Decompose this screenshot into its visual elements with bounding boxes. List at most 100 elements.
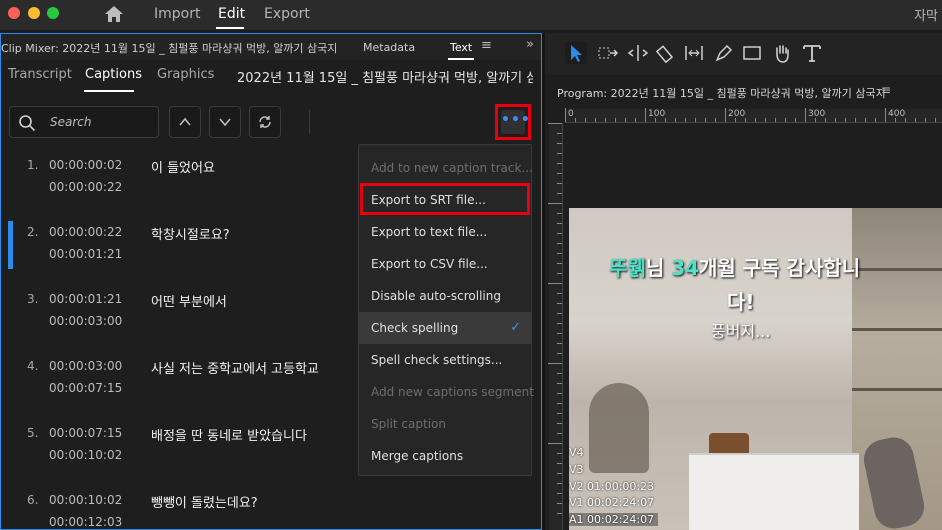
caption-text[interactable]: 학창시절로요? (151, 224, 230, 243)
razor-tool-icon[interactable] (655, 42, 677, 64)
menu-item[interactable]: Export to text file... (359, 216, 531, 248)
tab-captions[interactable]: Captions (85, 67, 142, 82)
ruler-tick (935, 118, 936, 122)
top-bar: Import Edit Export 자막 (0, 0, 942, 30)
home-icon[interactable] (104, 4, 124, 24)
panel-overflow-icon[interactable]: » (526, 37, 534, 52)
ruler-tick (885, 108, 886, 122)
caption-text[interactable]: 뺑뺑이 돌렸는데요? (151, 492, 258, 511)
video-overlay-line2: 다! (727, 290, 755, 314)
ruler-label: 100 (648, 109, 666, 119)
workspace-label[interactable]: 자막 (914, 5, 938, 24)
ruler-tick (557, 453, 562, 454)
type-tool-icon[interactable] (801, 42, 823, 64)
caption-start-time: 00:00:07:15 (49, 426, 123, 440)
nav-edit[interactable]: Edit (218, 6, 245, 22)
ruler-tick (695, 118, 696, 122)
search-input[interactable] (50, 115, 150, 129)
ruler-tick (775, 118, 776, 122)
ruler-tick (557, 473, 562, 474)
caption-text[interactable]: 이 들었어요 (151, 157, 215, 176)
menu-item-label: Disable auto-scrolling (371, 289, 501, 303)
program-menu-icon[interactable]: ≡ (881, 83, 891, 97)
ruler-tick (705, 118, 706, 122)
tab-text[interactable]: Text (450, 41, 472, 54)
nav-import[interactable]: Import (154, 6, 200, 22)
ripple-edit-tool-icon[interactable] (627, 42, 649, 64)
cabinet-object (689, 453, 859, 530)
timecode-v2: V2 01:00:00:23 (569, 480, 655, 493)
ruler-tick (645, 108, 646, 122)
menu-item-label: Split caption (371, 417, 446, 431)
menu-item[interactable]: Merge captions (359, 440, 531, 472)
menu-item: Add to new caption track... (359, 152, 533, 184)
ruler-tick (925, 118, 926, 122)
caption-text[interactable]: 사실 저는 중학교에서 고등학교 (151, 358, 319, 377)
caption-item[interactable]: 1. 00:00:00:02 00:00:00:22 이 들었어요 (1, 158, 361, 214)
caption-end-time: 00:00:10:02 (49, 448, 123, 462)
caption-text[interactable]: 어떤 부분에서 (151, 291, 227, 310)
caption-item[interactable]: 3. 00:00:01:21 00:00:03:00 어떤 부분에서 (1, 292, 361, 348)
ruler-tick (548, 283, 562, 284)
caption-text[interactable]: 배정을 딴 동네로 받았습니다 (151, 425, 307, 444)
tab-transcript[interactable]: Transcript (8, 67, 72, 82)
ruler-tick (765, 118, 766, 122)
ruler-tick (557, 353, 562, 354)
ruler-tick (557, 343, 562, 344)
slip-tool-icon[interactable] (683, 42, 705, 64)
more-options-highlight: ••• (495, 104, 531, 140)
menu-item-label: Export to CSV file... (371, 257, 488, 271)
program-monitor-title[interactable]: Program: 2022년 11월 15일 _ 침펄풍 마라샹궈 먹방, 알까… (557, 85, 886, 101)
nav-export[interactable]: Export (264, 6, 310, 22)
ruler-tick (557, 163, 562, 164)
timecode-v4: V4 (569, 446, 584, 459)
selection-tool-icon[interactable] (565, 42, 587, 64)
minimize-window-button[interactable] (28, 7, 40, 19)
caption-item[interactable]: 4. 00:00:03:00 00:00:07:15 사실 저는 중학교에서 고등학교 (1, 359, 361, 415)
ruler-tick (557, 393, 562, 394)
next-match-button[interactable] (209, 106, 241, 138)
menu-item[interactable]: Check spelling ✓ (359, 312, 531, 344)
caption-item[interactable]: 5. 00:00:07:15 00:00:10:02 배정을 딴 동네로 받았습니다 (1, 426, 361, 482)
timecode-v3: V3 (569, 463, 584, 476)
ruler-tick (548, 203, 562, 204)
search-box[interactable] (9, 106, 159, 138)
ruler-tick (685, 118, 686, 122)
menu-item-label: Spell check settings... (371, 353, 503, 367)
previous-match-button[interactable] (169, 106, 201, 138)
track-select-tool-icon[interactable] (597, 42, 619, 64)
ruler-tick (675, 118, 676, 122)
caption-start-time: 00:00:00:02 (49, 158, 123, 172)
ruler-tick (557, 483, 562, 484)
ruler-tick (795, 118, 796, 122)
caption-start-time: 00:00:03:00 (49, 359, 123, 373)
pen-tool-icon[interactable] (713, 42, 735, 64)
timecode-v1: V1 00:02:24:07 (569, 496, 655, 509)
tab-captions-underline (84, 90, 134, 92)
ruler-tick (595, 118, 596, 122)
hand-tool-icon[interactable] (771, 42, 793, 64)
ruler-tick (557, 133, 562, 134)
caption-number: 1. (27, 158, 39, 172)
rectangle-tool-icon[interactable] (741, 42, 763, 64)
menu-item[interactable]: Export to CSV file... (359, 248, 531, 280)
sync-button[interactable] (249, 106, 281, 138)
caption-item[interactable]: 2. 00:00:00:22 00:00:01:21 학창시절로요? (1, 221, 361, 281)
close-window-button[interactable] (8, 7, 20, 19)
ruler-tick (557, 313, 562, 314)
caption-end-time: 00:00:00:22 (49, 180, 123, 194)
tab-graphics[interactable]: Graphics (157, 67, 214, 82)
ruler-tick (715, 118, 716, 122)
ruler-tick (725, 108, 726, 122)
clip-mixer-tab[interactable]: Clip Mixer: 2022년 11월 15일 _ 침펄풍 마라샹궈 먹방,… (1, 40, 337, 56)
menu-item[interactable]: Disable auto-scrolling (359, 280, 531, 312)
caption-item[interactable]: 6. 00:00:10:02 00:00:12:03 뺑뺑이 돌렸는데요? (1, 493, 361, 530)
ruler-tick (557, 183, 562, 184)
zoom-window-button[interactable] (47, 7, 59, 19)
menu-item[interactable]: Spell check settings... (359, 344, 531, 376)
ruler-tick (557, 493, 562, 494)
ruler-tick (605, 118, 606, 122)
more-options-button[interactable]: ••• (501, 110, 530, 134)
panel-menu-icon[interactable]: ≡ (481, 38, 492, 53)
tab-metadata[interactable]: Metadata (363, 41, 415, 54)
